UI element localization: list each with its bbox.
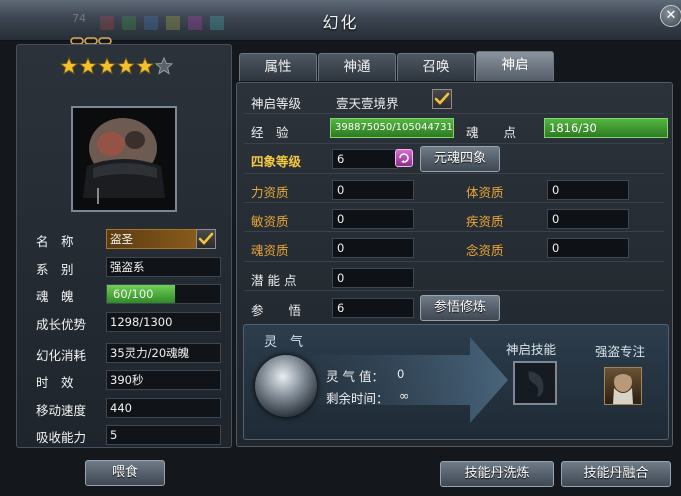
tab-attributes[interactable]: 属性	[239, 53, 317, 81]
star-filled-icon	[117, 57, 135, 75]
soulpoint-label: 魂 点	[466, 125, 517, 140]
absorb-row: 吸收能力 5	[36, 425, 226, 445]
swirl-icon	[399, 153, 409, 163]
speed-row: 移动速度 440	[36, 398, 226, 418]
character-portrait	[71, 106, 177, 212]
star-empty-icon	[155, 57, 173, 75]
spirit-value: 0	[397, 367, 405, 381]
swiftness-aptitude-label: 疾资质	[466, 214, 504, 229]
insight-label: 参 悟	[251, 303, 302, 318]
name-field[interactable]: 盗圣	[106, 229, 199, 249]
yuanhun-four-image-button[interactable]: 元魂四象	[420, 146, 500, 172]
soul-bar: 60/100	[106, 284, 221, 304]
name-confirm-checkbox[interactable]	[196, 229, 216, 249]
tab-summon[interactable]: 召唤	[397, 53, 475, 81]
exp-label: 经 验	[251, 125, 289, 140]
divider	[244, 261, 664, 262]
checkmark-icon	[198, 232, 214, 245]
skill-placeholder-icon	[528, 371, 544, 397]
divider	[244, 113, 664, 114]
cost-row: 幻化消耗 35灵力/20魂魄	[36, 343, 226, 363]
shenqi-level-value: 壹天壹境界	[336, 96, 399, 111]
strength-aptitude-label: 力资质	[251, 185, 289, 200]
speed-label: 移动速度	[36, 403, 87, 418]
close-button[interactable]: ✕	[660, 5, 681, 27]
strength-aptitude-value: 0	[332, 180, 414, 200]
cost-value: 35灵力/20魂魄	[106, 343, 221, 363]
checkmark-icon	[434, 92, 450, 105]
shenqi-skill-slot[interactable]	[513, 361, 557, 405]
star-filled-icon	[98, 57, 116, 75]
bandit-focus-label: 强盗专注	[595, 344, 646, 359]
insight-value: 6	[332, 298, 414, 318]
divider	[244, 143, 664, 144]
star-filled-icon	[79, 57, 97, 75]
soul-value: 60/100	[113, 287, 154, 301]
refresh-icon[interactable]	[395, 149, 413, 167]
exp-bar: 398875050/1050447317	[330, 118, 454, 138]
skill-pill-merge-button[interactable]: 技能丹融合	[561, 461, 671, 487]
shenqi-skill-label: 神启技能	[506, 342, 557, 357]
agility-aptitude-label: 敏资质	[251, 214, 289, 229]
divider	[244, 202, 664, 203]
star-rating	[60, 57, 174, 77]
spirit-orb	[255, 355, 317, 417]
swiftness-aptitude-value: 0	[547, 209, 629, 229]
spirit-value-label: 灵 气 值：	[326, 369, 384, 384]
soul-label: 魂 魄	[36, 289, 74, 304]
potential-points-value: 0	[332, 268, 414, 288]
agility-aptitude-value: 0	[332, 209, 414, 229]
divider	[244, 231, 664, 232]
duration-value: 390秒	[106, 370, 221, 390]
spirit-title: 灵 气	[264, 335, 304, 350]
soul-row: 魂 魄 60/100	[36, 284, 226, 304]
feed-button[interactable]: 喂食	[85, 460, 165, 486]
tab-shentong[interactable]: 神通	[318, 53, 396, 81]
duration-label: 时 效	[36, 375, 74, 390]
window-title: 幻化	[322, 13, 359, 32]
mind-aptitude-value: 0	[547, 238, 629, 258]
remaining-time-value: ∞	[399, 388, 410, 403]
divider	[244, 290, 664, 291]
bandit-focus-skill-icon[interactable]	[604, 367, 642, 405]
name-label: 名 称	[36, 234, 74, 249]
potential-points-label: 潜 能 点	[251, 273, 297, 288]
mind-aptitude-label: 念资质	[466, 243, 504, 258]
name-row: 名 称 盗圣	[36, 229, 226, 249]
close-icon: ✕	[665, 8, 677, 23]
skill-pill-wash-button[interactable]: 技能丹洗炼	[440, 461, 554, 487]
tab-shenqi[interactable]: 神启	[476, 51, 554, 81]
type-value: 强盗系	[106, 257, 221, 277]
divider	[244, 173, 664, 174]
insight-train-button[interactable]: 参悟修炼	[420, 295, 500, 321]
portrait-image	[73, 108, 175, 210]
star-filled-icon	[60, 57, 78, 75]
four-image-value: 6	[332, 149, 398, 169]
type-label: 系 别	[36, 262, 74, 277]
four-image-label: 四象等级	[251, 154, 302, 169]
soul-aptitude-value: 0	[332, 238, 414, 258]
remaining-time-label: 剩余时间：	[326, 391, 389, 406]
growth-row: 成长优势 1298/1300	[36, 312, 226, 332]
type-row: 系 别 强盗系	[36, 257, 226, 277]
star-filled-icon	[136, 57, 154, 75]
absorb-value: 5	[106, 425, 221, 445]
growth-value: 1298/1300	[106, 312, 221, 332]
shenqi-level-checkbox[interactable]	[432, 89, 452, 109]
duration-row: 时 效 390秒	[36, 370, 226, 390]
absorb-label: 吸收能力	[36, 430, 87, 445]
bandit-face-icon	[613, 371, 633, 404]
cost-label: 幻化消耗	[36, 348, 87, 363]
speed-value: 440	[106, 398, 221, 418]
growth-label: 成长优势	[36, 317, 87, 332]
shenqi-level-label: 神启等级	[251, 96, 302, 111]
constitution-aptitude-label: 体资质	[466, 185, 504, 200]
soul-aptitude-label: 魂资质	[251, 243, 289, 258]
soulpoint-bar: 1816/30	[544, 118, 668, 138]
constitution-aptitude-value: 0	[547, 180, 629, 200]
